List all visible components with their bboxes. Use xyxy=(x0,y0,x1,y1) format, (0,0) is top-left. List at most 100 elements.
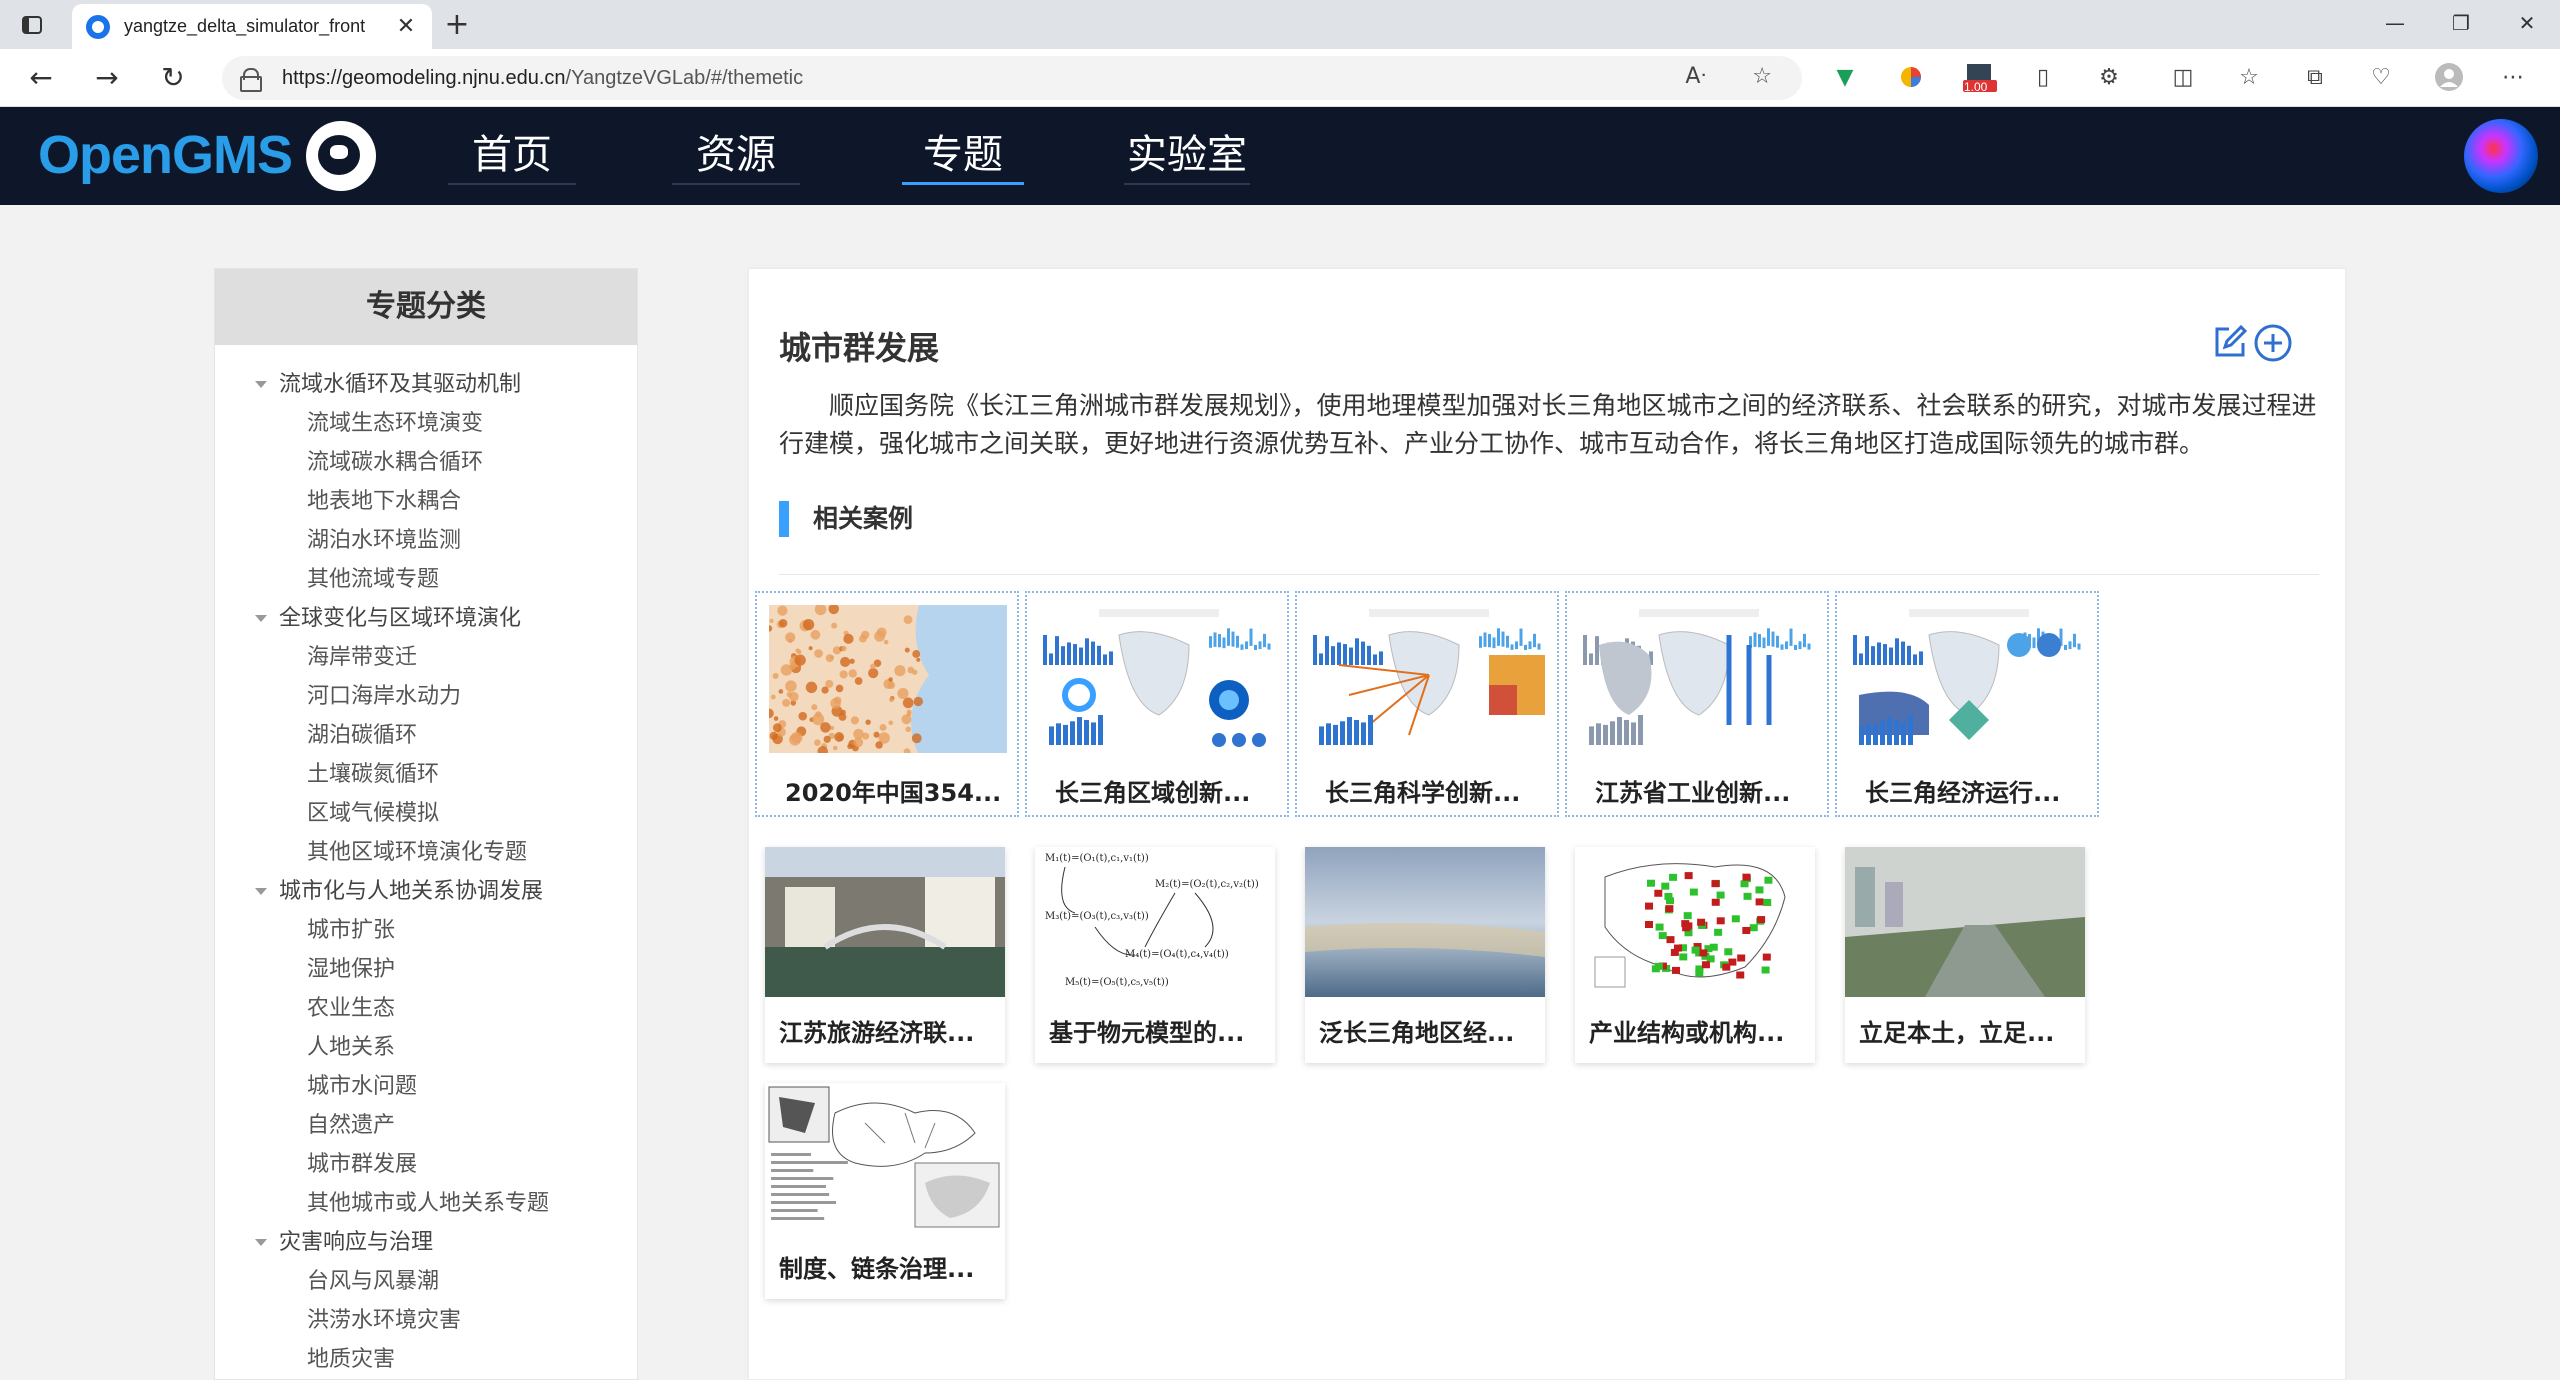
tree-leaf[interactable]: 农业生态 xyxy=(215,989,637,1028)
nav-home[interactable]: 首页 xyxy=(448,127,576,185)
browser-tab[interactable]: yangtze_delta_simulator_front ✕ xyxy=(72,4,432,49)
tree-leaf[interactable]: 河口海岸水动力 xyxy=(215,677,637,716)
extensions-puzzle-icon[interactable]: ⚙ xyxy=(2094,62,2124,92)
close-window-icon[interactable]: ✕ xyxy=(2494,0,2560,49)
case-card[interactable]: 泛长三角地区经... xyxy=(1305,847,1545,1063)
case-thumbnail[interactable] xyxy=(1579,605,1817,753)
tree-category[interactable]: 灾害响应与治理 xyxy=(215,1223,637,1262)
case-thumbnail[interactable] xyxy=(765,1083,1005,1233)
case-title[interactable]: 产业结构或机构... xyxy=(1589,1013,1784,1048)
tree-leaf[interactable]: 自然遗产 xyxy=(215,1106,637,1145)
case-title[interactable]: 立足本土，立足... xyxy=(1859,1013,2054,1048)
close-tab-icon[interactable]: ✕ xyxy=(394,14,418,39)
caret-down-icon[interactable] xyxy=(255,381,267,388)
vue-devtools-icon[interactable]: ▼ xyxy=(1830,62,1860,92)
case-thumbnail[interactable] xyxy=(1309,605,1547,753)
case-title[interactable]: 长三角科学创新... xyxy=(1325,773,1520,808)
tree-leaf[interactable]: 其他区域环境演化专题 xyxy=(215,833,637,872)
case-card[interactable]: 制度、链条治理... xyxy=(765,1083,1005,1299)
tree-category[interactable]: 城市化与人地关系协调发展 xyxy=(215,872,637,911)
case-title[interactable]: 长三角经济运行... xyxy=(1865,773,2060,808)
case-title[interactable]: 江苏省工业创新... xyxy=(1595,773,1790,808)
tree-leaf[interactable]: 台风与风暴潮 xyxy=(215,1262,637,1301)
case-title[interactable]: 长三角区域创新... xyxy=(1055,773,1250,808)
split-screen-icon[interactable]: ◫ xyxy=(2168,62,2198,92)
badge-text: 1.00 xyxy=(1964,80,1988,94)
collections-icon[interactable]: ⧉ xyxy=(2300,62,2330,92)
reload-icon[interactable]: ↻ xyxy=(156,61,190,95)
case-thumbnail[interactable]: M₁(t)=(O₁(t),c₁,v₁(t)) M₂(t)=(O₂(t),c₂,v₂… xyxy=(1035,847,1275,997)
tab-actions-icon[interactable] xyxy=(18,11,46,39)
tree-leaf[interactable]: 流域碳水耦合循环 xyxy=(215,443,637,482)
edit-icon[interactable] xyxy=(2211,323,2249,361)
case-card[interactable]: 长三角区域创新... xyxy=(1025,591,1289,817)
tree-leaf[interactable]: 其他流域专题 xyxy=(215,560,637,599)
add-circle-icon[interactable] xyxy=(2253,323,2293,363)
case-title[interactable]: 泛长三角地区经... xyxy=(1319,1013,1514,1048)
case-card[interactable]: 长三角经济运行... xyxy=(1835,591,2099,817)
reader-icon[interactable]: ▯ xyxy=(2028,62,2058,92)
tree-leaf[interactable]: 洪涝水环境灾害 xyxy=(215,1301,637,1340)
caret-down-icon[interactable] xyxy=(255,888,267,895)
lock-icon[interactable] xyxy=(240,68,262,92)
browser-essentials-icon[interactable]: ♡ xyxy=(2366,62,2396,92)
user-avatar-planet[interactable] xyxy=(2464,119,2538,193)
new-tab-button[interactable]: + xyxy=(440,8,474,42)
tree-leaf[interactable]: 地表地下水耦合 xyxy=(215,482,637,521)
case-title[interactable]: 基于物元模型的... xyxy=(1049,1013,1244,1048)
tree-leaf[interactable]: 城市水问题 xyxy=(215,1067,637,1106)
tree-leaf[interactable]: 湿地保护 xyxy=(215,950,637,989)
tab-title: yangtze_delta_simulator_front xyxy=(124,16,366,36)
profile-avatar-icon[interactable] xyxy=(2434,62,2464,92)
case-thumbnail[interactable] xyxy=(1575,847,1815,997)
nav-resources[interactable]: 资源 xyxy=(672,127,800,185)
back-icon[interactable]: ← xyxy=(24,61,58,95)
case-card[interactable]: 产业结构或机构... xyxy=(1575,847,1815,1063)
case-thumbnail[interactable] xyxy=(1039,605,1277,753)
tree-leaf[interactable]: 土壤碳氮循环 xyxy=(215,755,637,794)
tree-leaf[interactable]: 人地关系 xyxy=(215,1028,637,1067)
tree-category[interactable]: 全球变化与区域环境演化 xyxy=(215,599,637,638)
forward-icon[interactable]: → xyxy=(90,61,124,95)
tree-leaf[interactable]: 流域生态环境演变 xyxy=(215,404,637,443)
tree-leaf[interactable]: 城市群发展 xyxy=(215,1145,637,1184)
case-card[interactable]: 江苏省工业创新... xyxy=(1565,591,1829,817)
tree-leaf[interactable]: 其他城市或人地关系专题 xyxy=(215,1184,637,1223)
address-bar[interactable]: https://geomodeling.njnu.edu.cn/YangtzeV… xyxy=(222,56,1802,100)
read-aloud-icon[interactable]: Aᐧ xyxy=(1685,64,1706,89)
caret-down-icon[interactable] xyxy=(255,1239,267,1246)
logo-text: OpenGMS xyxy=(38,125,293,185)
nav-themes[interactable]: 专题 xyxy=(902,127,1024,185)
extension-color-icon[interactable] xyxy=(1896,62,1926,92)
favorite-star-icon[interactable]: ☆ xyxy=(1752,64,1772,89)
tree-leaf[interactable]: 湖泊水环境监测 xyxy=(215,521,637,560)
case-thumbnail[interactable] xyxy=(1845,847,2085,997)
nav-lab[interactable]: 实验室 xyxy=(1124,127,1250,185)
case-card[interactable]: 2020年中国354... xyxy=(755,591,1019,817)
tree-leaf[interactable]: 区域气候模拟 xyxy=(215,794,637,833)
case-thumbnail[interactable] xyxy=(1849,605,2087,753)
site-favicon-icon xyxy=(86,14,110,39)
case-thumbnail[interactable] xyxy=(765,847,1005,997)
case-card[interactable]: M₁(t)=(O₁(t),c₁,v₁(t)) M₂(t)=(O₂(t),c₂,v₂… xyxy=(1035,847,1275,1063)
case-card[interactable]: 立足本土，立足... xyxy=(1845,847,2085,1063)
case-card[interactable]: 长三角科学创新... xyxy=(1295,591,1559,817)
tree-leaf[interactable]: 海岸带变迁 xyxy=(215,638,637,677)
case-title[interactable]: 2020年中国354... xyxy=(785,773,1001,808)
case-title[interactable]: 江苏旅游经济联... xyxy=(779,1013,974,1048)
tree-leaf[interactable]: 城市扩张 xyxy=(215,911,637,950)
more-menu-icon[interactable]: ⋯ xyxy=(2498,62,2528,92)
favorites-icon[interactable]: ☆ xyxy=(2234,62,2264,92)
tree-leaf[interactable]: 湖泊碳循环 xyxy=(215,716,637,755)
minimize-icon[interactable]: — xyxy=(2362,0,2428,49)
caret-down-icon[interactable] xyxy=(255,615,267,622)
extension-badge-icon[interactable]: 1.00 xyxy=(1960,62,2000,94)
tree-leaf[interactable]: 地质灾害 xyxy=(215,1340,637,1379)
opengms-logo[interactable]: OpenGMS xyxy=(38,115,293,195)
case-thumbnail[interactable] xyxy=(1305,847,1545,997)
case-card[interactable]: 江苏旅游经济联... xyxy=(765,847,1005,1063)
tree-category[interactable]: 流域水循环及其驱动机制 xyxy=(215,365,637,404)
case-title[interactable]: 制度、链条治理... xyxy=(779,1249,974,1284)
maximize-icon[interactable]: ❐ xyxy=(2428,0,2494,49)
case-thumbnail[interactable] xyxy=(769,605,1007,753)
